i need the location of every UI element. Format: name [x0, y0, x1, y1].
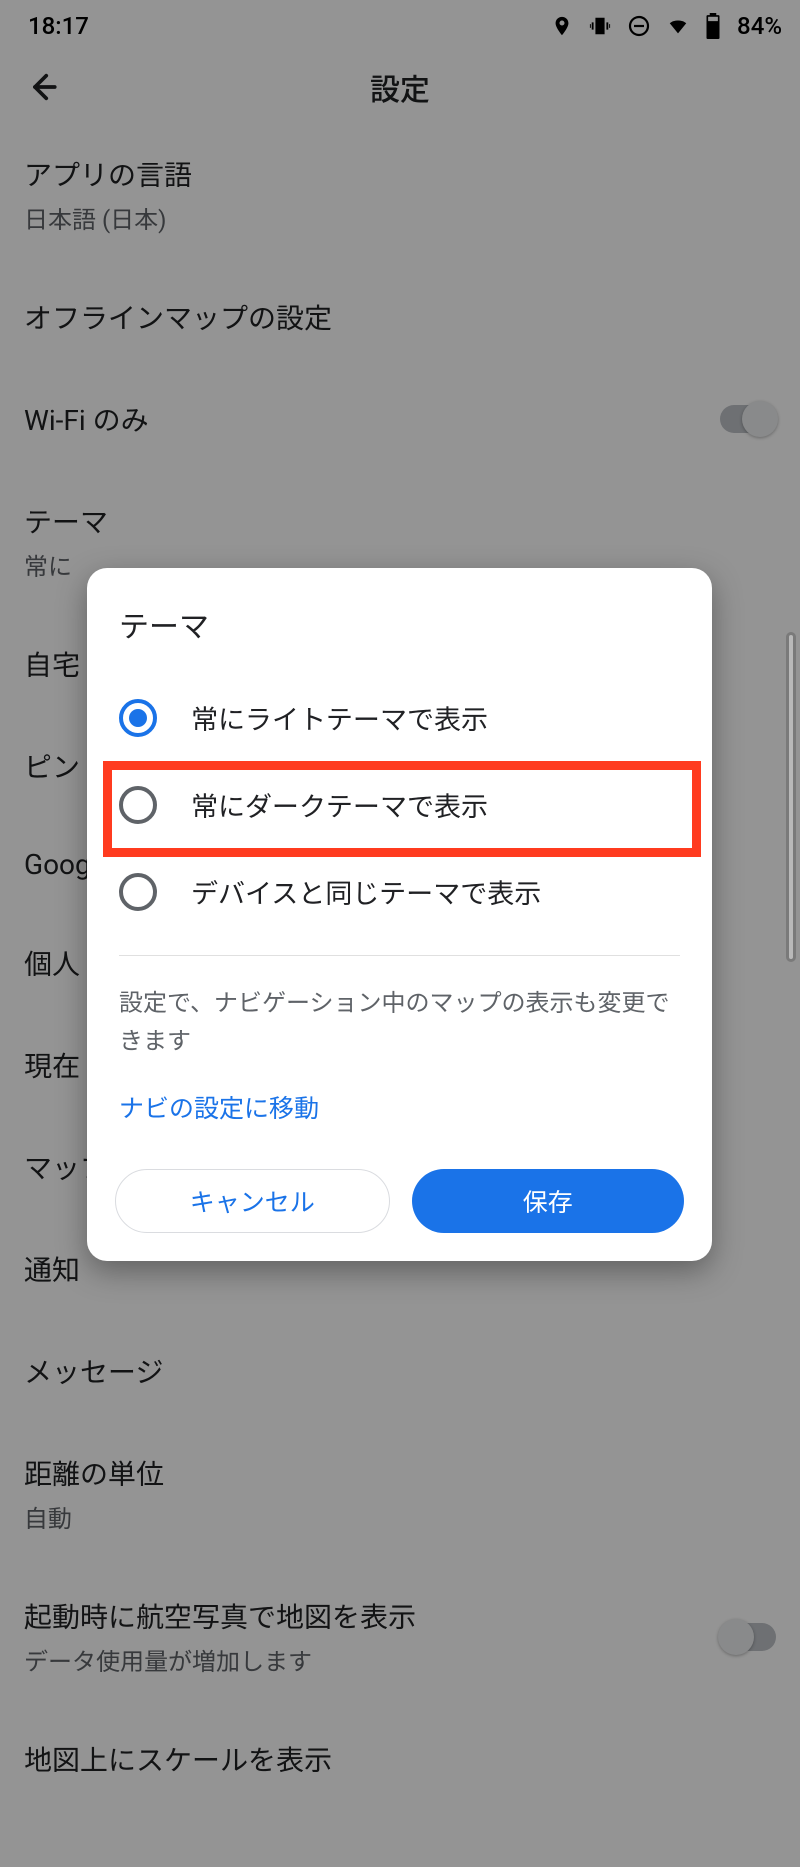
- radio-label: 常にライトテーマで表示: [191, 698, 488, 737]
- radio-option-device[interactable]: デバイスと同じテーマで表示: [87, 848, 712, 935]
- radio-icon: [119, 699, 157, 737]
- scroll-indicator[interactable]: [786, 632, 796, 962]
- radio-icon: [119, 873, 157, 911]
- radio-option-light[interactable]: 常にライトテーマで表示: [87, 674, 712, 761]
- radio-icon: [119, 786, 157, 824]
- radio-option-dark[interactable]: 常にダークテーマで表示: [87, 761, 712, 848]
- cancel-button[interactable]: キャンセル: [115, 1169, 390, 1233]
- dialog-title: テーマ: [87, 568, 712, 674]
- radio-label: 常にダークテーマで表示: [191, 785, 488, 824]
- radio-label: デバイスと同じテーマで表示: [191, 872, 541, 911]
- nav-settings-link[interactable]: ナビの設定に移動: [87, 1061, 712, 1125]
- dialog-note: 設定で、ナビゲーション中のマップの表示も変更できます: [87, 956, 712, 1061]
- save-button[interactable]: 保存: [412, 1169, 685, 1233]
- theme-dialog: テーマ 常にライトテーマで表示 常にダークテーマで表示 デバイスと同じテーマで表…: [87, 568, 712, 1261]
